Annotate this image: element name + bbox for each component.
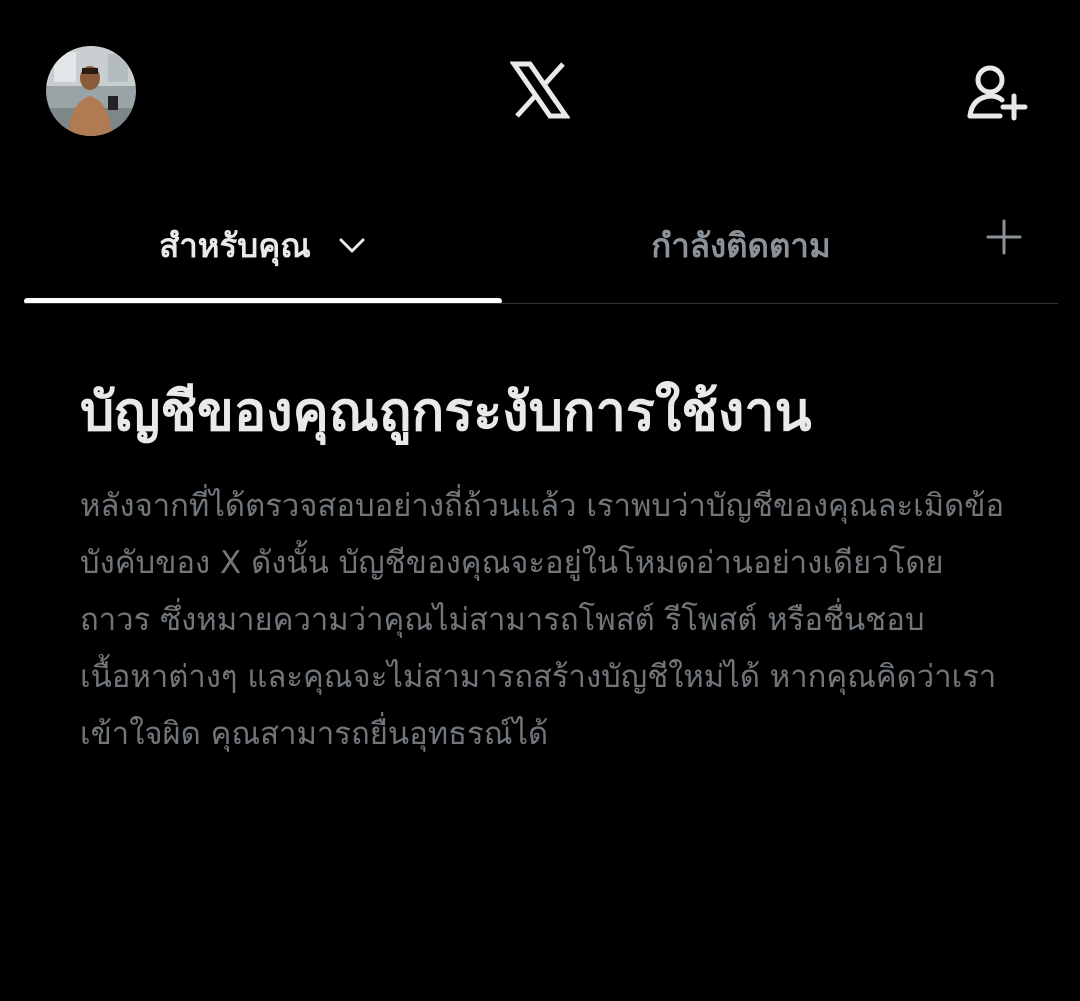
top-bar [0,0,1080,190]
tabs-divider [24,303,1058,304]
notice-title: บัญชีของคุณถูกระงับการใช้งาน [80,380,812,443]
tab-following-label: กำลังติดตาม [651,225,831,265]
tab-for-you-label: สำหรับคุณ [159,225,311,265]
x-logo-icon[interactable] [509,60,571,120]
timeline-tabs: สำหรับคุณ กำลังติดตาม [24,195,1058,305]
avatar-photo [46,46,136,136]
user-avatar[interactable] [46,46,136,136]
plus-icon[interactable] [982,215,1026,259]
notice-body: หลังจากที่ได้ตรวจสอบอย่างถี่ถ้วนแล้ว เรา… [80,488,1005,752]
add-user-icon[interactable] [964,62,1028,126]
tab-following[interactable]: กำลังติดตาม [502,195,980,295]
chevron-down-icon[interactable] [337,230,367,260]
tab-for-you[interactable]: สำหรับคุณ [24,195,502,295]
suspension-notice: บัญชีของคุณถูกระงับการใช้งาน หลังจากที่ไ… [80,380,1010,763]
